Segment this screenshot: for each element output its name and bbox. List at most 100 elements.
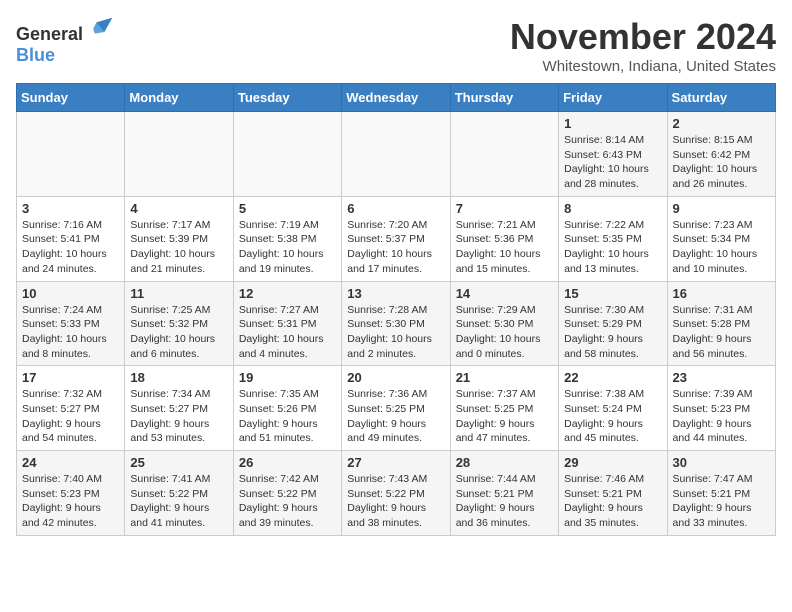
day-info: Sunrise: 7:47 AM Sunset: 5:21 PM Dayligh…: [673, 472, 770, 531]
day-info: Sunrise: 8:14 AM Sunset: 6:43 PM Dayligh…: [564, 133, 661, 192]
day-info: Sunrise: 7:24 AM Sunset: 5:33 PM Dayligh…: [22, 303, 119, 362]
calendar-cell: 15 Sunrise: 7:30 AM Sunset: 5:29 PM Dayli…: [559, 281, 667, 366]
day-info: Sunrise: 7:40 AM Sunset: 5:23 PM Dayligh…: [22, 472, 119, 531]
day-number: 5: [239, 201, 336, 216]
calendar-cell: 29 Sunrise: 7:46 AM Sunset: 5:21 PM Dayli…: [559, 451, 667, 536]
day-number: 11: [130, 286, 227, 301]
calendar-cell: 2 Sunrise: 8:15 AM Sunset: 6:42 PM Daylig…: [667, 112, 775, 197]
calendar-cell: 7Sunrise: 7:21 AM Sunset: 5:36 PM Daylig…: [450, 196, 558, 281]
day-info: Sunrise: 7:25 AM Sunset: 5:32 PM Dayligh…: [130, 303, 227, 362]
column-header-friday: Friday: [559, 84, 667, 112]
day-number: 30: [673, 455, 770, 470]
day-number: 26: [239, 455, 336, 470]
day-info: Sunrise: 7:35 AM Sunset: 5:26 PM Dayligh…: [239, 387, 336, 446]
calendar-cell: 19 Sunrise: 7:35 AM Sunset: 5:26 PM Dayli…: [233, 366, 341, 451]
day-number: 12: [239, 286, 336, 301]
calendar-cell: 5Sunrise: 7:19 AM Sunset: 5:38 PM Daylig…: [233, 196, 341, 281]
calendar-cell: 20 Sunrise: 7:36 AM Sunset: 5:25 PM Dayli…: [342, 366, 450, 451]
day-number: 3: [22, 201, 119, 216]
day-info: Sunrise: 7:22 AM Sunset: 5:35 PM Dayligh…: [564, 218, 661, 277]
calendar-cell: 22Sunrise: 7:38 AM Sunset: 5:24 PM Dayli…: [559, 366, 667, 451]
day-number: 10: [22, 286, 119, 301]
day-info: Sunrise: 7:36 AM Sunset: 5:25 PM Dayligh…: [347, 387, 444, 446]
day-number: 14: [456, 286, 553, 301]
day-info: Sunrise: 7:42 AM Sunset: 5:22 PM Dayligh…: [239, 472, 336, 531]
calendar-cell: 26 Sunrise: 7:42 AM Sunset: 5:22 PM Dayli…: [233, 451, 341, 536]
logo-blue: Blue: [16, 45, 55, 65]
calendar-cell: 12 Sunrise: 7:27 AM Sunset: 5:31 PM Dayli…: [233, 281, 341, 366]
logo-general: General: [16, 24, 83, 44]
column-header-thursday: Thursday: [450, 84, 558, 112]
calendar-cell: [450, 112, 558, 197]
day-number: 9: [673, 201, 770, 216]
day-info: Sunrise: 7:43 AM Sunset: 5:22 PM Dayligh…: [347, 472, 444, 531]
calendar-cell: 25Sunrise: 7:41 AM Sunset: 5:22 PM Dayli…: [125, 451, 233, 536]
day-info: Sunrise: 7:34 AM Sunset: 5:27 PM Dayligh…: [130, 387, 227, 446]
page-header: General Blue November 2024 Whitestown, I…: [16, 16, 776, 75]
logo: General Blue: [16, 16, 114, 66]
day-info: Sunrise: 7:30 AM Sunset: 5:29 PM Dayligh…: [564, 303, 661, 362]
calendar-cell: 28Sunrise: 7:44 AM Sunset: 5:21 PM Dayli…: [450, 451, 558, 536]
calendar-cell: 27 Sunrise: 7:43 AM Sunset: 5:22 PM Dayli…: [342, 451, 450, 536]
calendar-cell: 11 Sunrise: 7:25 AM Sunset: 5:32 PM Dayli…: [125, 281, 233, 366]
calendar-cell: 6 Sunrise: 7:20 AM Sunset: 5:37 PM Daylig…: [342, 196, 450, 281]
day-info: Sunrise: 7:39 AM Sunset: 5:23 PM Dayligh…: [673, 387, 770, 446]
day-number: 18: [130, 370, 227, 385]
day-number: 25: [130, 455, 227, 470]
day-info: Sunrise: 7:32 AM Sunset: 5:27 PM Dayligh…: [22, 387, 119, 446]
week-row-3: 10 Sunrise: 7:24 AM Sunset: 5:33 PM Dayli…: [17, 281, 776, 366]
logo-text: General Blue: [16, 16, 114, 66]
day-info: Sunrise: 7:37 AM Sunset: 5:25 PM Dayligh…: [456, 387, 553, 446]
column-header-saturday: Saturday: [667, 84, 775, 112]
day-number: 2: [673, 116, 770, 131]
day-number: 4: [130, 201, 227, 216]
day-number: 29: [564, 455, 661, 470]
day-number: 6: [347, 201, 444, 216]
day-number: 17: [22, 370, 119, 385]
day-number: 22: [564, 370, 661, 385]
column-header-sunday: Sunday: [17, 84, 125, 112]
calendar-cell: 30 Sunrise: 7:47 AM Sunset: 5:21 PM Dayli…: [667, 451, 775, 536]
day-info: Sunrise: 7:16 AM Sunset: 5:41 PM Dayligh…: [22, 218, 119, 277]
day-number: 13: [347, 286, 444, 301]
calendar-cell: [342, 112, 450, 197]
day-info: Sunrise: 7:28 AM Sunset: 5:30 PM Dayligh…: [347, 303, 444, 362]
calendar-cell: 1Sunrise: 8:14 AM Sunset: 6:43 PM Daylig…: [559, 112, 667, 197]
day-number: 8: [564, 201, 661, 216]
day-info: Sunrise: 7:17 AM Sunset: 5:39 PM Dayligh…: [130, 218, 227, 277]
calendar-cell: 10 Sunrise: 7:24 AM Sunset: 5:33 PM Dayli…: [17, 281, 125, 366]
calendar-header-row: SundayMondayTuesdayWednesdayThursdayFrid…: [17, 84, 776, 112]
month-title: November 2024: [510, 16, 776, 58]
calendar-cell: 8 Sunrise: 7:22 AM Sunset: 5:35 PM Daylig…: [559, 196, 667, 281]
day-info: Sunrise: 7:29 AM Sunset: 5:30 PM Dayligh…: [456, 303, 553, 362]
calendar-body: 1Sunrise: 8:14 AM Sunset: 6:43 PM Daylig…: [17, 112, 776, 536]
calendar-cell: 13 Sunrise: 7:28 AM Sunset: 5:30 PM Dayli…: [342, 281, 450, 366]
calendar-cell: [17, 112, 125, 197]
week-row-2: 3 Sunrise: 7:16 AM Sunset: 5:41 PM Daylig…: [17, 196, 776, 281]
calendar-cell: 16Sunrise: 7:31 AM Sunset: 5:28 PM Dayli…: [667, 281, 775, 366]
day-info: Sunrise: 7:46 AM Sunset: 5:21 PM Dayligh…: [564, 472, 661, 531]
week-row-5: 24 Sunrise: 7:40 AM Sunset: 5:23 PM Dayli…: [17, 451, 776, 536]
day-number: 24: [22, 455, 119, 470]
calendar-cell: [233, 112, 341, 197]
location: Whitestown, Indiana, United States: [510, 58, 776, 75]
calendar-cell: 9Sunrise: 7:23 AM Sunset: 5:34 PM Daylig…: [667, 196, 775, 281]
day-number: 20: [347, 370, 444, 385]
calendar-cell: 18 Sunrise: 7:34 AM Sunset: 5:27 PM Dayli…: [125, 366, 233, 451]
day-number: 28: [456, 455, 553, 470]
week-row-4: 17 Sunrise: 7:32 AM Sunset: 5:27 PM Dayli…: [17, 366, 776, 451]
column-header-monday: Monday: [125, 84, 233, 112]
column-header-wednesday: Wednesday: [342, 84, 450, 112]
calendar-cell: 4 Sunrise: 7:17 AM Sunset: 5:39 PM Daylig…: [125, 196, 233, 281]
day-info: Sunrise: 7:20 AM Sunset: 5:37 PM Dayligh…: [347, 218, 444, 277]
calendar-cell: 17 Sunrise: 7:32 AM Sunset: 5:27 PM Dayli…: [17, 366, 125, 451]
day-number: 27: [347, 455, 444, 470]
column-header-tuesday: Tuesday: [233, 84, 341, 112]
day-info: Sunrise: 7:27 AM Sunset: 5:31 PM Dayligh…: [239, 303, 336, 362]
day-number: 19: [239, 370, 336, 385]
day-number: 15: [564, 286, 661, 301]
day-info: Sunrise: 7:21 AM Sunset: 5:36 PM Dayligh…: [456, 218, 553, 277]
week-row-1: 1Sunrise: 8:14 AM Sunset: 6:43 PM Daylig…: [17, 112, 776, 197]
logo-bird-icon: [90, 16, 114, 40]
day-info: Sunrise: 8:15 AM Sunset: 6:42 PM Dayligh…: [673, 133, 770, 192]
